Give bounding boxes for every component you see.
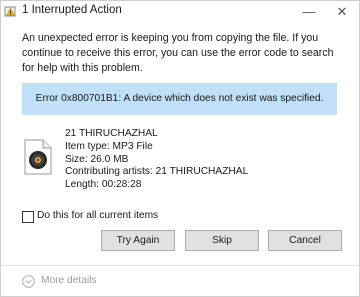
file-name: 21 THIRUCHAZHAL — [65, 128, 158, 139]
error-dialog: 1 Interrupted Action — ✕ An unexpected e… — [0, 0, 360, 297]
window-title: 1 Interrupted Action — [22, 4, 122, 16]
file-details: 21 THIRUCHAZHAL Item type: MP3 File Size… — [65, 128, 248, 192]
chevron-down-circle-icon[interactable] — [22, 275, 35, 288]
apply-to-all-checkbox[interactable] — [22, 211, 34, 223]
file-length: Length: 00:28:28 — [65, 179, 142, 191]
title-bar[interactable]: 1 Interrupted Action — ✕ — [1, 1, 359, 23]
file-contributing-artists: Contributing artists: 21 THIRUCHAZHAL — [65, 166, 249, 178]
error-message: An unexpected error is keeping you from … — [22, 32, 334, 74]
try-again-button[interactable]: Try Again — [101, 230, 175, 251]
skip-button[interactable]: Skip — [185, 230, 259, 251]
file-item-type: Item type: MP3 File — [65, 140, 153, 152]
more-details-link[interactable]: More details — [41, 275, 97, 286]
music-file-icon — [24, 139, 52, 175]
error-code-bar: Error 0x800701B1: A device which does no… — [22, 83, 337, 115]
footer: More details — [1, 265, 359, 297]
close-button[interactable]: ✕ — [331, 3, 353, 21]
minimize-button[interactable]: — — [298, 3, 320, 21]
apply-to-all-label[interactable]: Do this for all current items — [37, 210, 158, 221]
error-code-text: Error 0x800701B1: A device which does no… — [35, 93, 324, 104]
file-size: Size: 26.0 MB — [65, 153, 129, 165]
warning-icon — [4, 6, 16, 17]
cancel-button[interactable]: Cancel — [268, 230, 342, 251]
